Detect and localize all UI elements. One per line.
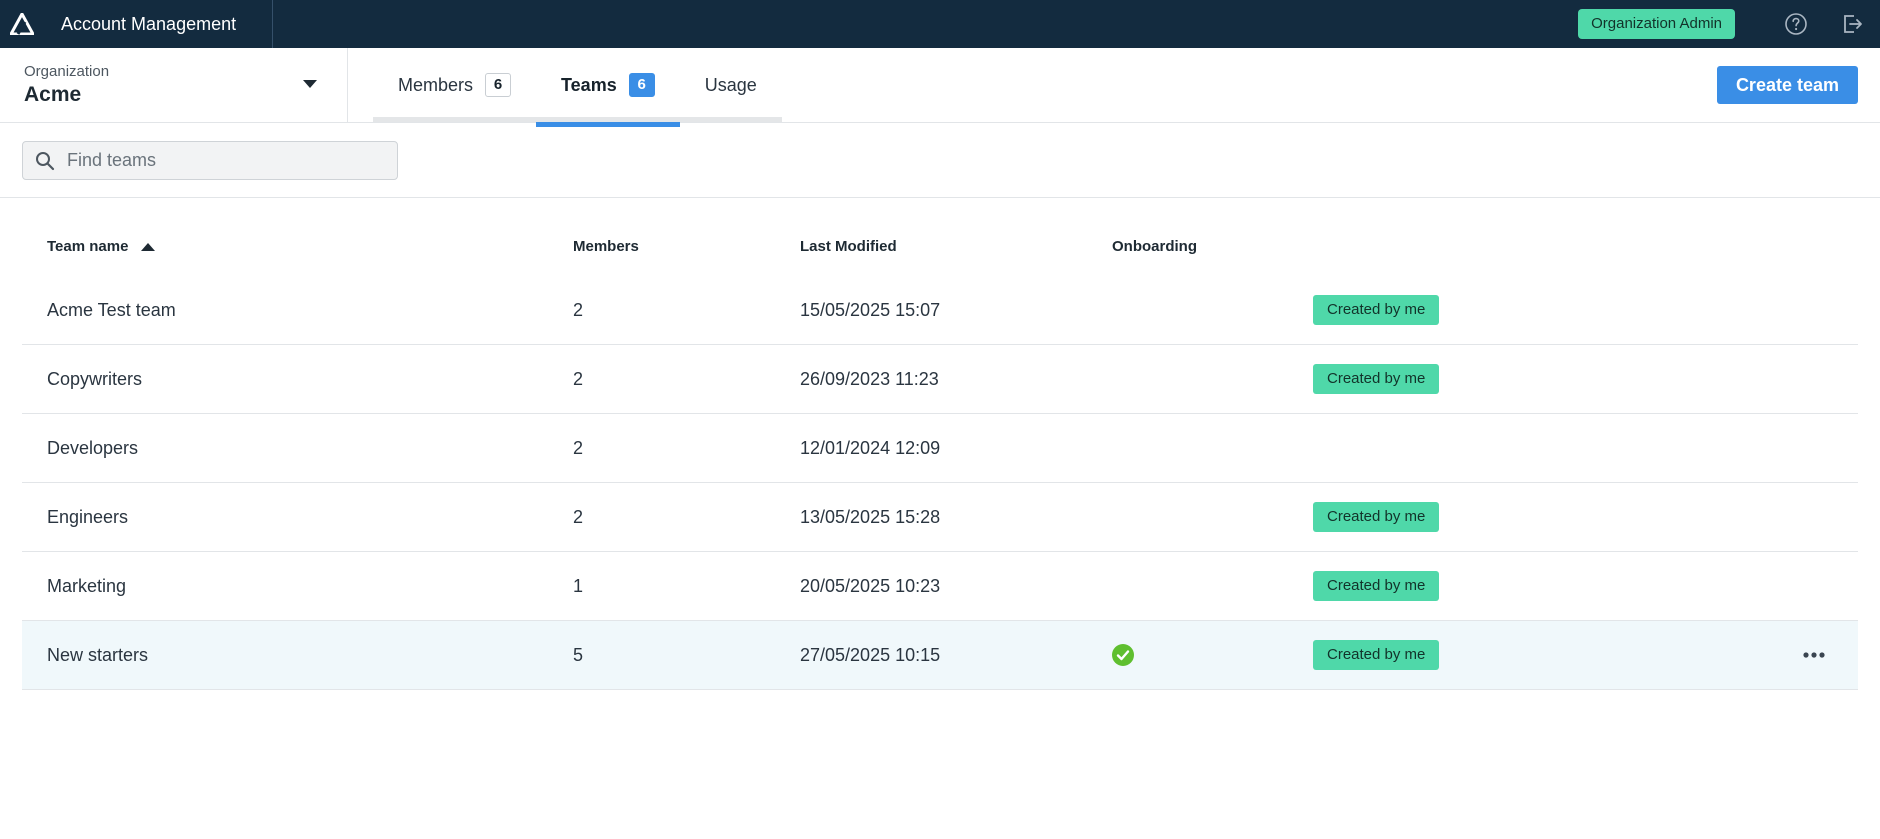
column-header-onboarding[interactable]: Onboarding [1112, 238, 1197, 255]
tab-bar: Members 6 Teams 6 Usage [373, 48, 782, 127]
column-header-team-name[interactable]: Team name [47, 238, 156, 255]
table-row[interactable]: Marketing 1 20/05/2025 10:23 Created by … [22, 552, 1858, 621]
search-bar-row [0, 123, 1880, 198]
table-row[interactable]: Copywriters 2 26/09/2023 11:23 Created b… [22, 345, 1858, 414]
last-modified-cell: 15/05/2025 15:07 [800, 299, 941, 320]
organization-selector[interactable]: Organization Acme [0, 48, 348, 122]
search-icon [23, 142, 67, 179]
chevron-down-icon[interactable] [302, 76, 318, 92]
tab-count-badge: 6 [628, 73, 655, 97]
last-modified-cell: 26/09/2023 11:23 [800, 368, 939, 389]
team-name-cell: Engineers [47, 506, 129, 527]
team-name-cell: Copywriters [47, 368, 143, 389]
created-by-me-tag: Created by me [1313, 364, 1440, 394]
table-header: Team name Members Last Modified Onboardi… [22, 198, 1858, 276]
table-row[interactable]: Engineers 2 13/05/2025 15:28 Created by … [22, 483, 1858, 552]
table-row[interactable]: Acme Test team 2 15/05/2025 15:07 Create… [22, 276, 1858, 345]
last-modified-cell: 12/01/2024 12:09 [800, 437, 941, 458]
organization-name: Acme [24, 83, 82, 106]
tab-label: Usage [704, 74, 757, 95]
last-modified-cell: 20/05/2025 10:23 [800, 575, 941, 596]
tab-label: Teams [561, 74, 617, 95]
members-count-cell: 2 [573, 299, 584, 320]
team-name-cell: Developers [47, 437, 139, 458]
logout-icon[interactable] [1824, 0, 1880, 48]
last-modified-cell: 13/05/2025 15:28 [800, 506, 941, 527]
table-row[interactable]: New starters 5 27/05/2025 10:15 Created … [22, 621, 1858, 690]
members-count-cell: 2 [573, 506, 584, 527]
created-by-me-tag: Created by me [1313, 502, 1440, 532]
tab-members[interactable]: Members 6 [373, 48, 536, 122]
members-count-cell: 5 [573, 644, 584, 665]
created-by-me-tag: Created by me [1313, 640, 1440, 670]
organization-caption: Organization [24, 63, 110, 80]
members-count-cell: 2 [573, 368, 584, 389]
create-team-button[interactable]: Create team [1716, 66, 1858, 104]
sort-ascending-icon[interactable] [141, 242, 156, 252]
column-header-last-modified[interactable]: Last Modified [800, 238, 897, 255]
search-box[interactable] [22, 141, 398, 180]
last-modified-cell: 27/05/2025 10:15 [800, 644, 941, 665]
role-badge: Organization Admin [1578, 9, 1735, 39]
teams-table: Team name Members Last Modified Onboardi… [22, 198, 1858, 690]
members-count-cell: 1 [573, 575, 584, 596]
team-name-cell: Marketing [47, 575, 127, 596]
team-name-cell: Acme Test team [47, 299, 176, 320]
created-by-me-tag: Created by me [1313, 571, 1440, 601]
onboarding-check-icon [1112, 644, 1134, 666]
column-header-members[interactable]: Members [573, 238, 639, 255]
column-header-label: Team name [47, 238, 129, 255]
search-input[interactable] [67, 142, 387, 179]
table-row[interactable]: Developers 2 12/01/2024 12:09 [22, 414, 1858, 483]
help-icon[interactable] [1768, 0, 1824, 48]
app-logo-icon[interactable] [0, 0, 44, 48]
top-bar: Account Management Organization Admin [0, 0, 1880, 48]
team-name-cell: New starters [47, 644, 149, 665]
created-by-me-tag: Created by me [1313, 295, 1440, 325]
members-count-cell: 2 [573, 437, 584, 458]
tab-label: Members [398, 74, 474, 95]
tab-count-badge: 6 [485, 73, 512, 97]
more-options-icon[interactable] [1798, 645, 1830, 665]
tab-usage[interactable]: Usage [680, 48, 782, 122]
app-title: Account Management [44, 0, 274, 48]
sub-header: Organization Acme Members 6 Teams 6 Usag… [0, 48, 1880, 127]
tab-teams[interactable]: Teams 6 [536, 48, 680, 127]
